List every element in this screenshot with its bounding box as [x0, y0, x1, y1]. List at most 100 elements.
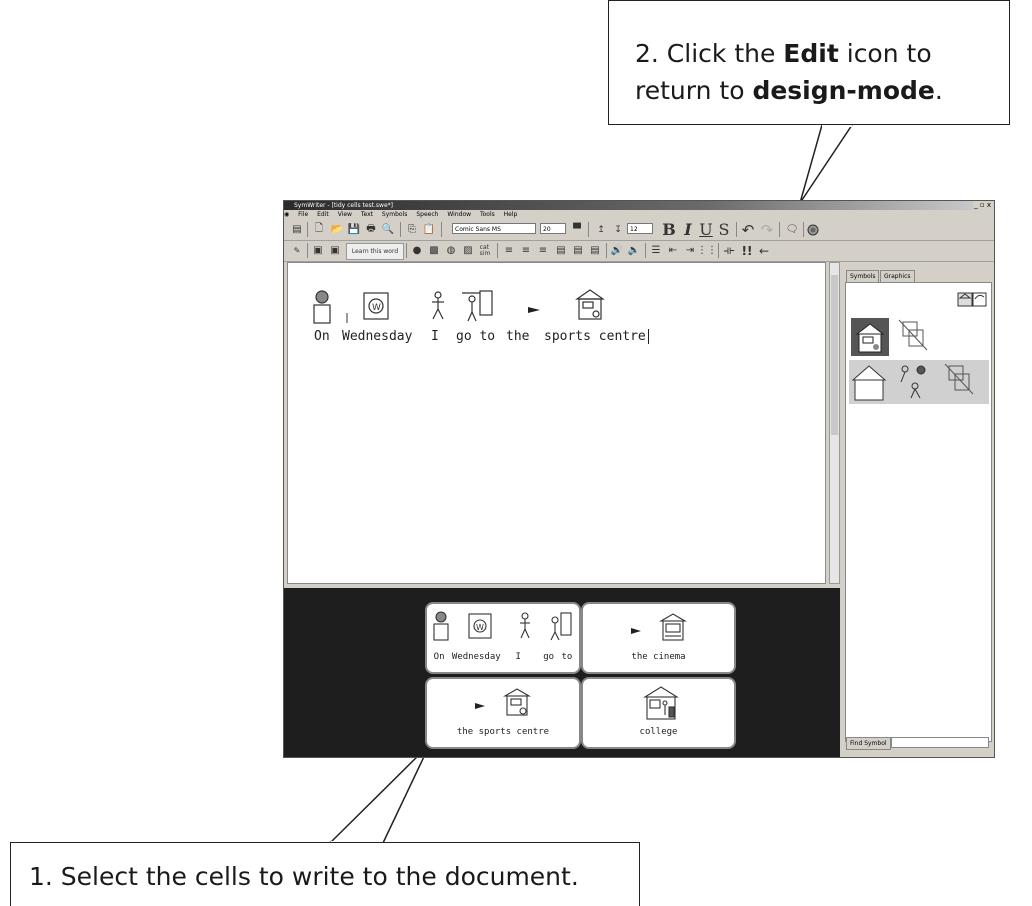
cell-caption-the-sports-centre: the sports centre [456, 727, 550, 737]
picture-icon[interactable]: ▨ [461, 243, 475, 258]
find-symbol-button[interactable]: Find Symbol [846, 737, 891, 750]
underline-button[interactable]: U [698, 220, 714, 239]
select-cells-callout: 1. Select the cells to write to the docu… [10, 842, 640, 906]
menu-view[interactable]: View [338, 211, 352, 218]
layout-icon[interactable]: ▤ [290, 222, 304, 237]
menu-edit[interactable]: Edit [317, 211, 329, 218]
bullets-icon[interactable]: ☰ [649, 243, 663, 258]
doc-word-wednesday: Wednesday [342, 329, 413, 344]
print-icon[interactable]: 🖶 [364, 222, 378, 237]
symbol-choice-row-1[interactable] [849, 316, 989, 358]
text-cursor [648, 329, 649, 344]
svg-text:W: W [476, 623, 484, 632]
window-controls[interactable]: _ ▫ x [973, 201, 992, 209]
doc-word-go-to: go to [456, 329, 496, 344]
graphic-icon[interactable]: ◍ [444, 243, 458, 258]
edit-instruction-callout: 2. Click the Edit icon to return to desi… [608, 0, 1010, 125]
align-middle-icon[interactable]: ▤ [571, 243, 585, 258]
doc-word-the: the [506, 329, 530, 344]
symbol-go-to [462, 290, 493, 322]
svg-text:W: W [372, 303, 381, 313]
image-icon[interactable]: ▩ [427, 243, 441, 258]
align-center-icon[interactable]: ≡ [519, 243, 533, 258]
undo-icon[interactable]: ↶ [740, 221, 756, 239]
symbol-toolbar: ✎ ▣ ▣ Learn this word ● ▩ ◍ ▨ cat sim ≡ … [284, 240, 994, 262]
main-toolbar: ▤ 🗋 📂 💾 🖶 🔍 ⎘ 📋 Comic Sans MS 20 ▀ ↥ ↧ 1… [284, 219, 994, 241]
redo-icon[interactable]: ↷ [759, 221, 775, 239]
open-folder-icon[interactable]: 📂 [330, 222, 344, 237]
document-scrollbar[interactable] [829, 262, 840, 584]
text-color-icon[interactable]: ▀ [570, 222, 584, 237]
symbol-on [313, 290, 331, 324]
indent-increase-icon[interactable]: ⇥ [683, 243, 697, 258]
grid-cell-college[interactable]: college [581, 677, 736, 749]
back-arrow-icon[interactable]: ← [757, 243, 771, 258]
menu-tools[interactable]: Tools [480, 211, 495, 218]
doc-word-on: On [314, 329, 330, 344]
symbol-choice-icon[interactable]: ▣ [328, 243, 342, 258]
copy-icon[interactable]: ⎘ [405, 222, 419, 237]
save-icon[interactable]: 💾 [347, 222, 361, 237]
print-preview-icon[interactable]: 🔍 [381, 222, 395, 237]
menu-file[interactable]: File [298, 211, 308, 218]
spacing-icon[interactable]: ⟛ [722, 243, 736, 258]
new-document-icon[interactable]: 🗋 [312, 222, 326, 237]
indent-decrease-icon[interactable]: ⇤ [666, 243, 680, 258]
cat-sim-button[interactable]: cat sim [477, 243, 493, 258]
cell-caption-on-wednesday: On Wednesday I go to [433, 652, 573, 662]
exclaim-icon[interactable]: !! [740, 243, 754, 258]
paste-icon[interactable]: 📋 [422, 222, 436, 237]
title-bar: SymWriter - [tidy cells test.swe*] _ ▫ x [284, 201, 994, 210]
app-menu-icon[interactable]: ◉ [284, 211, 289, 218]
grid-icon[interactable]: ⋮⋮ [697, 243, 717, 258]
grid-cell-the-sports-centre[interactable]: the sports centre [425, 677, 581, 749]
align-bottom-icon[interactable]: ▤ [588, 243, 602, 258]
menu-speech[interactable]: Speech [416, 211, 438, 218]
symbol-panel: Symbols Graphics Find Symbol [842, 262, 994, 757]
symbol-i [432, 291, 444, 320]
menu-symbols[interactable]: Symbols [382, 211, 407, 218]
symbol-toggle-icon[interactable]: ▣ [311, 243, 325, 258]
align-right-icon[interactable]: ≡ [536, 243, 550, 258]
speech-icon[interactable]: 🗨 [784, 222, 800, 237]
menu-text[interactable]: Text [361, 211, 373, 218]
document-symbols: W [313, 289, 605, 324]
top-callout-pointer [799, 124, 853, 204]
menu-bar: ◉ File Edit View Text Symbols Speech Win… [284, 210, 994, 219]
symwriter-window: SymWriter - [tidy cells test.swe*] _ ▫ x… [283, 200, 995, 758]
spellcheck-icon[interactable]: ✎ [290, 243, 304, 258]
align-left-icon[interactable]: ≡ [502, 243, 516, 258]
symbol-the [528, 307, 540, 313]
strike-button[interactable]: S [716, 220, 732, 239]
bold-button[interactable]: B [661, 220, 677, 239]
symbol-wednesday: W [363, 292, 389, 320]
menu-window[interactable]: Window [447, 211, 471, 218]
window-title: SymWriter - [tidy cells test.swe*] [294, 202, 393, 209]
symbol-choice-row-2[interactable] [849, 360, 989, 404]
cell-caption-the-cinema: the cinema [631, 652, 686, 662]
speak-sentence-icon[interactable]: 🔈 [627, 243, 641, 258]
learn-word-button[interactable]: Learn this word [346, 243, 404, 260]
doc-word-i: I [431, 329, 439, 344]
bottom-callout-pointer [329, 743, 431, 844]
symbol-view-icon[interactable] [957, 291, 987, 307]
align-top-icon[interactable]: ▤ [554, 243, 568, 258]
edit-mode-icon[interactable] [806, 222, 820, 237]
grid-cell-the-cinema[interactable]: the cinema [581, 602, 736, 674]
font-size-select[interactable]: 20 [540, 223, 566, 234]
speak-words-icon[interactable]: 🔊 [610, 243, 624, 258]
find-symbol-input[interactable] [891, 737, 989, 748]
document-area[interactable]: W On Wednesday I go to the sports centre [287, 262, 826, 584]
italic-button[interactable]: I [680, 220, 696, 239]
line-spacing-down-icon[interactable]: ↧ [611, 222, 625, 237]
font-name-select[interactable]: Comic Sans MS [452, 223, 536, 234]
menu-help[interactable]: Help [504, 211, 518, 218]
doc-word-sports-centre: sports centre [544, 329, 646, 344]
cell-grid: W On Wednesday I go to the cinema the sp… [284, 588, 840, 757]
spacing-select[interactable]: 12 [627, 223, 653, 234]
grid-cell-on-wednesday[interactable]: W On Wednesday I go to [425, 602, 581, 674]
speak-icon[interactable]: ● [410, 243, 424, 258]
line-spacing-up-icon[interactable]: ↥ [594, 222, 608, 237]
symbol-choices-list [845, 282, 992, 742]
symbol-sports-centre [575, 289, 605, 320]
